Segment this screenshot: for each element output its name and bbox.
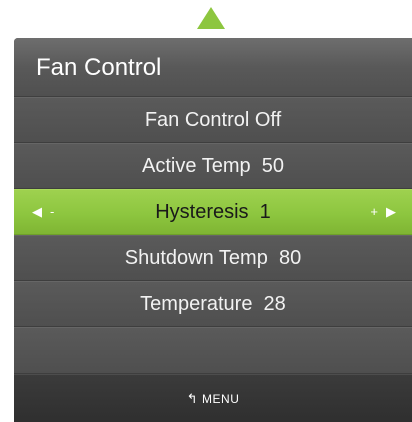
menu-item-label: Shutdown Temp 80 <box>124 247 302 269</box>
menu-item-shutdown-temp[interactable]: Shutdown Temp 80 <box>14 235 412 281</box>
menu-item-temperature[interactable]: Temperature 28 <box>14 281 412 327</box>
scroll-up-arrow-icon[interactable] <box>197 7 225 29</box>
increase-control[interactable]: + ▶ <box>366 190 400 234</box>
return-arrow-icon: ↰ <box>186 391 199 406</box>
menu-footer-label: MENU <box>202 392 240 406</box>
decrease-sign: - <box>50 204 55 219</box>
menu-item-empty <box>14 327 412 374</box>
menu-item-active-temp[interactable]: Active Temp 50 <box>14 143 412 189</box>
menu-item-label: Fan Control Off <box>144 109 282 131</box>
menu-item-label: Temperature 28 <box>140 293 286 315</box>
decrease-control[interactable]: ◀ - <box>28 190 58 234</box>
menu-item-label: Active Temp 50 <box>142 155 284 177</box>
fan-control-menu: Fan Control Fan Control Off Active Temp … <box>14 38 412 422</box>
menu-footer[interactable]: ↰ MENU <box>14 375 412 422</box>
menu-item-fan-control-mode[interactable]: Fan Control Off <box>14 97 412 143</box>
right-arrow-icon: ▶ <box>386 204 396 219</box>
menu-title: Fan Control <box>14 38 412 97</box>
menu-item-hysteresis[interactable]: ◀ - Hysteresis 1 + ▶ <box>14 189 412 235</box>
menu-item-label: Hysteresis 1 <box>155 201 271 223</box>
increase-sign: + <box>370 204 378 219</box>
left-arrow-icon: ◀ <box>32 204 42 219</box>
